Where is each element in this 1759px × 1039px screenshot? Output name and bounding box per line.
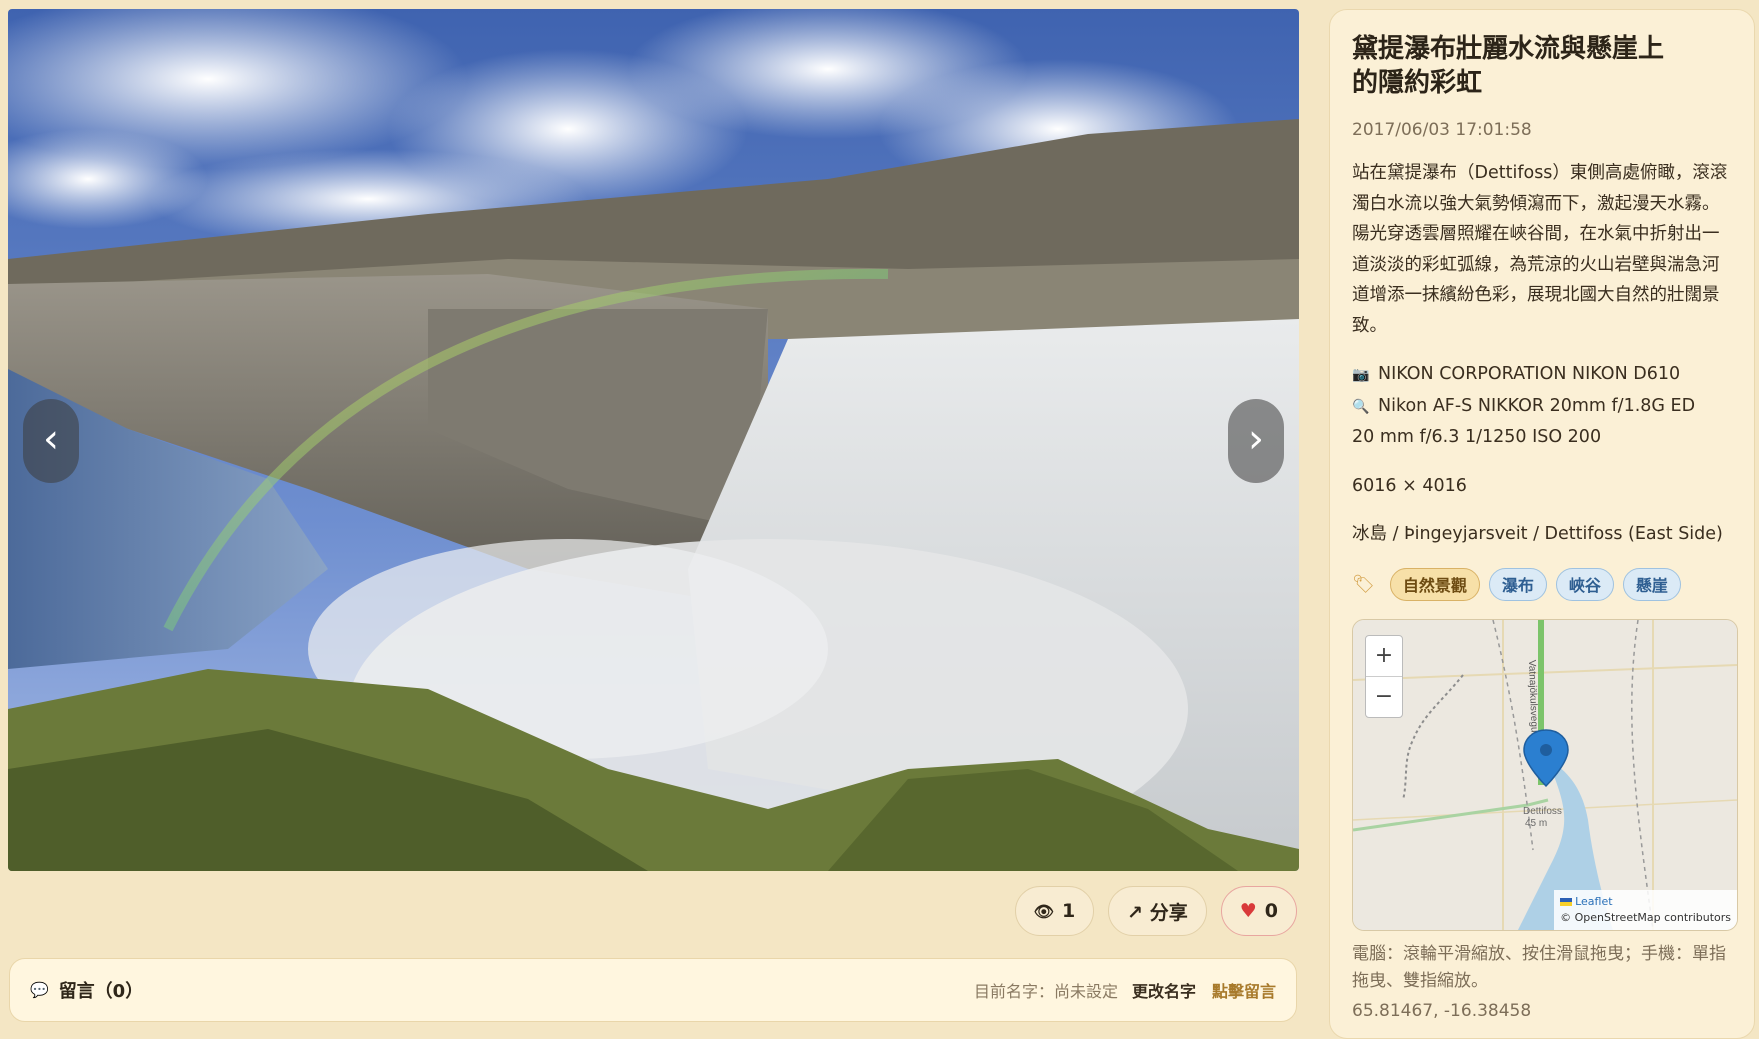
map-tiles: Vatnajökulsvegur Dettifoss 45 m bbox=[1353, 619, 1737, 930]
photo-viewer: ‹ › bbox=[8, 9, 1299, 871]
camera-model: NIKON CORPORATION NIKON D610 bbox=[1378, 364, 1681, 384]
osm-attribution: © OpenStreetMap contributors bbox=[1560, 910, 1731, 924]
tag-nature[interactable]: 自然景觀 bbox=[1389, 567, 1480, 601]
map-attribution: Leaflet © OpenStreetMap contributors bbox=[1554, 889, 1737, 930]
photo-dettifoss bbox=[8, 9, 1299, 871]
next-photo-button[interactable]: › bbox=[1228, 399, 1284, 483]
lens-model: Nikon AF-S NIKKOR 20mm f/1.8G ED bbox=[1378, 395, 1696, 416]
tag-cliff[interactable]: 懸崖 bbox=[1622, 567, 1681, 601]
prev-photo-button[interactable]: ‹ bbox=[23, 399, 79, 483]
map-elevation-label: 45 m bbox=[1525, 818, 1547, 829]
add-comment-button[interactable]: 點擊留言 bbox=[1212, 978, 1276, 1002]
photo-date: 2017/06/03 17:01:58 bbox=[1352, 120, 1532, 140]
location-map[interactable]: Vatnajökulsvegur Dettifoss 45 m + − Leaf… bbox=[1352, 618, 1738, 931]
current-name-status: 目前名字：尚未設定 bbox=[973, 982, 1118, 1001]
tag-list: 🏷 自然景觀 瀑布 峽谷 懸崖 bbox=[1352, 567, 1732, 601]
views-count: 1 bbox=[1061, 900, 1076, 922]
zoom-out-button[interactable]: − bbox=[1366, 675, 1402, 717]
photo-info-panel: 黛提瀑布壯麗水流與懸崖上的隱約彩虹 2017/06/03 17:01:58 站在… bbox=[1329, 9, 1755, 1039]
eye-icon: 👁 bbox=[1033, 901, 1054, 921]
share-button[interactable]: ↗ 分享 bbox=[1108, 886, 1207, 936]
camera-icon: 📷 bbox=[1352, 367, 1370, 383]
heart-icon: ♥ bbox=[1239, 900, 1257, 922]
photo-title: 黛提瀑布壯麗水流與懸崖上的隱約彩虹 bbox=[1352, 34, 1665, 98]
ukraine-flag-icon bbox=[1560, 897, 1573, 906]
tag-canyon[interactable]: 峽谷 bbox=[1555, 567, 1614, 601]
photo-description: 站在黛提瀑布（Dettifoss）東側高處俯瞰，滾滾濁白水流以強大氣勢傾瀉而下，… bbox=[1352, 163, 1728, 336]
zoom-in-button[interactable]: + bbox=[1366, 636, 1402, 676]
comments-title: 留言（0） bbox=[58, 981, 144, 1002]
share-label: ↗ 分享 bbox=[1127, 901, 1188, 924]
camera-info: 📷 NIKON CORPORATION NIKON D610 🔍 Nikon AF-… bbox=[1352, 359, 1732, 453]
image-size: 6016 × 4016 bbox=[1352, 475, 1467, 496]
tag-icon: 🏷 bbox=[1352, 573, 1375, 595]
rename-button[interactable]: 更改名字 bbox=[1132, 978, 1196, 1002]
views-counter: 👁 1 bbox=[1014, 886, 1095, 936]
speech-bubble-icon: 💬 bbox=[30, 981, 49, 999]
likes-count: 0 bbox=[1264, 900, 1278, 922]
map-coordinates: 65.81467, -16.38458 bbox=[1352, 1000, 1532, 1021]
exposure-info: 20 mm f/6.3 1/1250 ISO 200 bbox=[1352, 427, 1602, 447]
leaflet-link[interactable]: Leaflet bbox=[1575, 895, 1612, 908]
lens-icon: 🔍 bbox=[1352, 398, 1370, 415]
map-usage-hint: 電腦：滾輪平滑縮放、按住滑鼠拖曳；手機：單指拖曳、雙指縮放。 bbox=[1352, 943, 1726, 991]
like-button[interactable]: ♥ 0 bbox=[1220, 886, 1297, 936]
map-place-label: Dettifoss bbox=[1523, 806, 1562, 817]
photo-actions: 👁 1 ↗ 分享 ♥ 0 bbox=[1014, 886, 1297, 936]
map-zoom-control: + − bbox=[1365, 634, 1403, 718]
tag-waterfall[interactable]: 瀑布 bbox=[1488, 567, 1547, 601]
comments-bar: 💬 留言（0） 目前名字：尚未設定 更改名字 點擊留言 bbox=[9, 958, 1297, 1022]
photo-location: 冰島 / Þingeyjarsveit / Dettifoss (East Si… bbox=[1352, 524, 1723, 544]
